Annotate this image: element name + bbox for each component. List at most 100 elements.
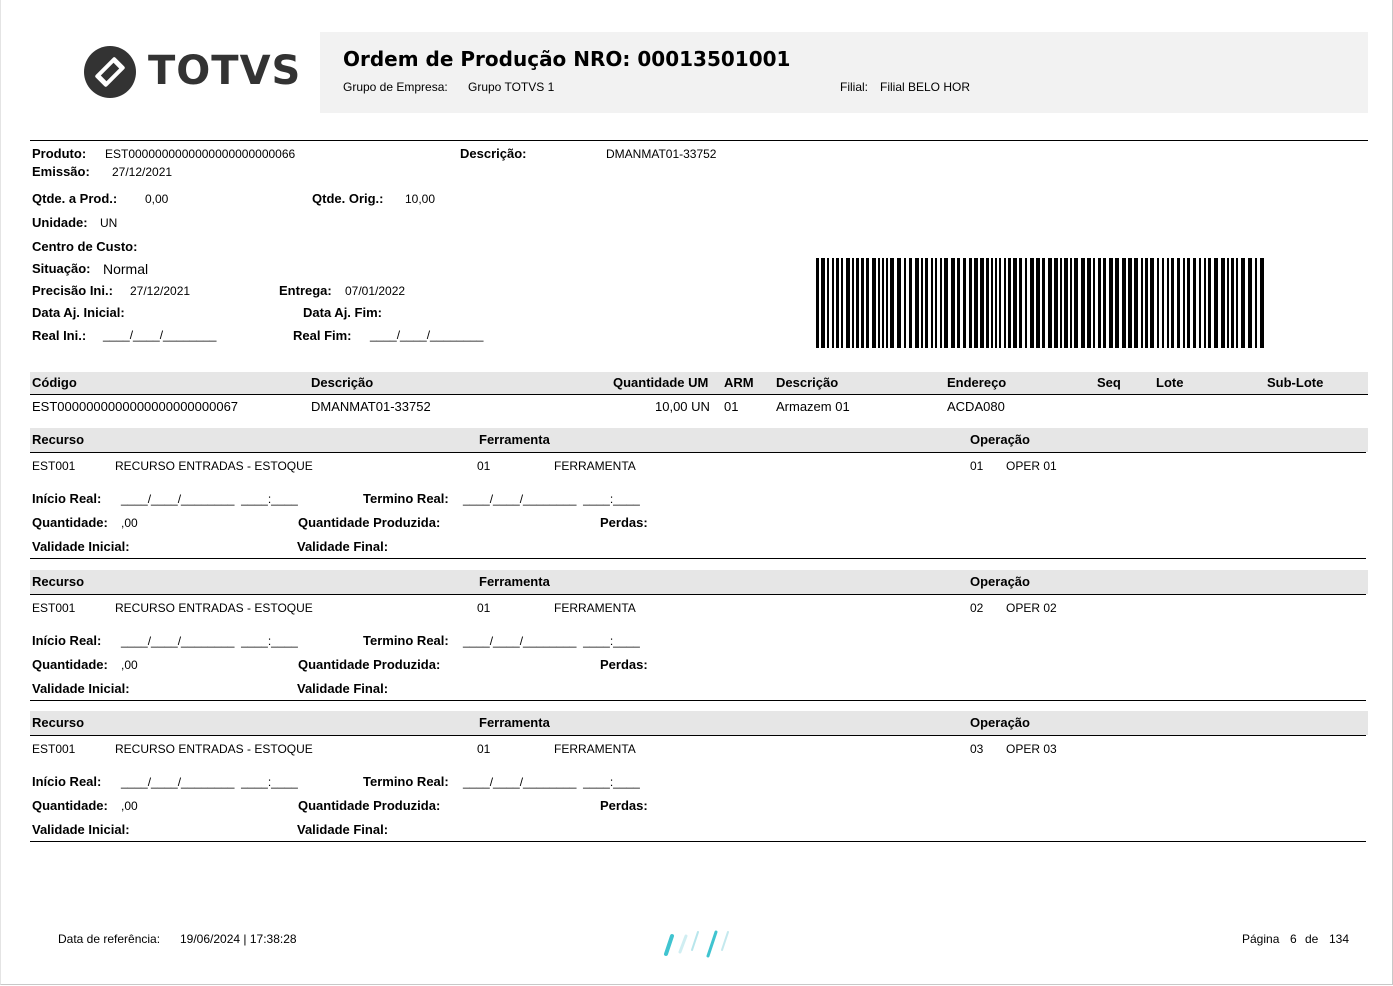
barcode-bar	[1036, 258, 1040, 348]
quantidade-produzida-label: Quantidade Produzida:	[298, 515, 441, 530]
filial-label: Filial:	[840, 80, 869, 94]
emissao-value: 27/12/2021	[112, 165, 173, 179]
barcode-bar	[1204, 258, 1206, 348]
termino-real-blank: ____/____/________ ____:____	[463, 492, 640, 506]
barcode-bar	[1157, 258, 1159, 348]
validade-final-label: Validade Final:	[297, 681, 389, 696]
barcode-bar	[1208, 258, 1211, 348]
barcode-bar	[963, 258, 966, 348]
divider	[30, 558, 1366, 559]
barcode-bar	[1054, 258, 1058, 348]
validade-final-label: Validade Final:	[297, 539, 389, 554]
barcode-bar	[1042, 258, 1045, 348]
barcode-bar	[886, 258, 888, 348]
barcode-bar	[1134, 258, 1138, 348]
barcode-bar	[940, 258, 942, 348]
barcode-bar	[1145, 258, 1148, 348]
barcode-bar	[969, 258, 972, 348]
barcode-bar	[1115, 258, 1119, 348]
operacao-code: 03	[970, 742, 984, 756]
termino-real-blank: ____/____/________ ____:____	[463, 775, 640, 789]
component-codigo: EST0000000000000000000000067	[32, 399, 239, 414]
barcode-bar	[995, 258, 997, 348]
emissao-label: Emissão:	[32, 164, 90, 179]
barcode-bar	[827, 258, 829, 348]
produto-label: Produto:	[32, 146, 87, 161]
barcode-bar	[1070, 258, 1072, 348]
divider	[30, 452, 1366, 453]
barcode-bar	[1255, 258, 1257, 348]
barcode-bar	[1199, 258, 1201, 348]
real-ini-blank: ____/____/________	[103, 328, 217, 342]
barcode-bar	[872, 258, 876, 348]
col-descricao: Descrição	[311, 375, 374, 390]
col-sub-lote: Sub-Lote	[1267, 375, 1324, 390]
real-ini-label: Real Ini.:	[32, 328, 87, 343]
ferramenta-code: 01	[477, 742, 491, 756]
barcode-bar	[1241, 258, 1245, 348]
produto-value: EST0000000000000000000000066	[105, 147, 296, 161]
barcode-bar	[1103, 258, 1106, 348]
col-endereco: Endereço	[947, 375, 1007, 390]
ferramenta-header: Ferramenta	[479, 715, 550, 730]
barcode-bar	[852, 258, 854, 348]
ferramenta-header: Ferramenta	[479, 574, 550, 589]
barcode-bar	[1260, 258, 1264, 348]
situacao-value: Normal	[103, 261, 149, 277]
barcode-bar	[1162, 258, 1164, 348]
barcode-bar	[1248, 258, 1252, 348]
barcode-bar	[866, 258, 869, 348]
barcode-bar	[856, 258, 859, 348]
recurso-desc: RECURSO ENTRADAS - ESTOQUE	[115, 459, 313, 473]
barcode-bar	[991, 258, 993, 348]
ferramenta-code: 01	[477, 601, 491, 615]
component-descricao: DMANMAT01-33752	[311, 399, 431, 414]
qtde-prod-label: Qtde. a Prod.:	[32, 191, 118, 206]
barcode-bar	[957, 258, 960, 348]
barcode-bar	[1183, 258, 1185, 348]
divider	[30, 841, 1366, 842]
barcode-bar	[1128, 258, 1132, 348]
barcode-bar	[921, 258, 923, 348]
operation-header-band	[30, 711, 1368, 735]
operacao-desc: OPER 02	[1006, 601, 1057, 615]
operacao-header: Operação	[970, 715, 1030, 730]
col-seq: Seq	[1097, 375, 1121, 390]
barcode-bar	[1013, 258, 1017, 348]
ferramenta-desc: FERRAMENTA	[554, 601, 636, 615]
divider	[30, 394, 1368, 395]
quantidade-produzida-label: Quantidade Produzida:	[298, 657, 441, 672]
grupo-label: Grupo de Empresa:	[343, 80, 448, 94]
barcode-bar	[904, 258, 906, 348]
barcode-bar	[1060, 258, 1062, 348]
ref-value: 19/06/2024 | 17:38:28	[180, 932, 297, 946]
unidade-label: Unidade:	[32, 215, 88, 230]
barcode-bar	[915, 258, 919, 348]
quantidade-value: ,00	[121, 799, 138, 813]
recurso-code: EST001	[32, 459, 76, 473]
recurso-desc: RECURSO ENTRADAS - ESTOQUE	[115, 601, 313, 615]
page-label: Página	[1242, 932, 1280, 946]
quantidade-label: Quantidade:	[32, 515, 108, 530]
divider	[30, 594, 1366, 595]
quantidade-label: Quantidade:	[32, 657, 108, 672]
recurso-desc: RECURSO ENTRADAS - ESTOQUE	[115, 742, 313, 756]
entrega-label: Entrega:	[279, 283, 332, 298]
perdas-label: Perdas:	[600, 798, 648, 813]
barcode-bar	[1187, 258, 1190, 348]
grupo-value: Grupo TOTVS 1	[468, 80, 555, 94]
qtde-orig-label: Qtde. Orig.:	[312, 191, 384, 206]
barcode-bar	[1227, 258, 1229, 348]
real-fim-blank: ____/____/________	[370, 328, 484, 342]
barcode-bar	[1109, 258, 1113, 348]
barcode-bar	[1150, 258, 1154, 348]
recurso-header: Recurso	[32, 574, 85, 589]
divider	[30, 140, 1368, 141]
data-aj-inicial-label: Data Aj. Inicial:	[32, 305, 125, 320]
precisao-value: 27/12/2021	[130, 284, 191, 298]
perdas-label: Perdas:	[600, 657, 648, 672]
barcode-bar	[1048, 258, 1052, 348]
operacao-header: Operação	[970, 574, 1030, 589]
termino-real-label: Termino Real:	[363, 633, 449, 648]
perdas-label: Perdas:	[600, 515, 648, 530]
